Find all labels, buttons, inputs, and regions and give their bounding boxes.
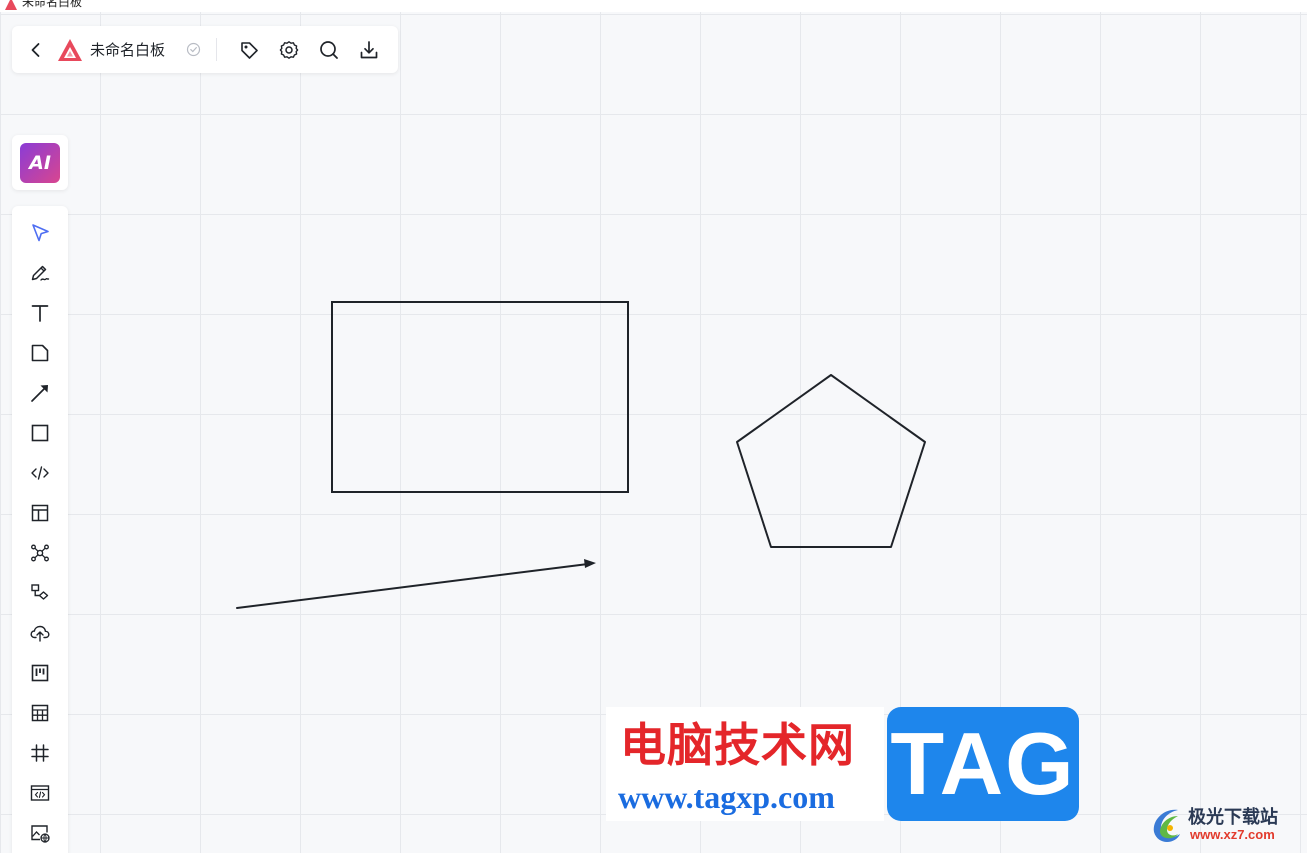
watermark-brand2-url: www.xz7.com — [1190, 827, 1275, 842]
brand2-swirl-icon — [1153, 809, 1180, 842]
watermark-site-name: 电脑技术网 — [620, 718, 855, 772]
watermark-site: 电脑技术网 www.tagxp.com — [606, 707, 884, 821]
watermark-brand2: 极光下载站 www.xz7.com — [1148, 800, 1304, 850]
watermark-brand2-name: 极光下载站 — [1188, 807, 1278, 828]
arrow-shape[interactable] — [236, 559, 596, 609]
pentagon-shape[interactable] — [736, 374, 926, 548]
watermark-tag-logo: TAG — [887, 707, 1079, 821]
watermark-site-url: www.tagxp.com — [618, 779, 835, 815]
rectangle-shape[interactable] — [331, 301, 629, 493]
